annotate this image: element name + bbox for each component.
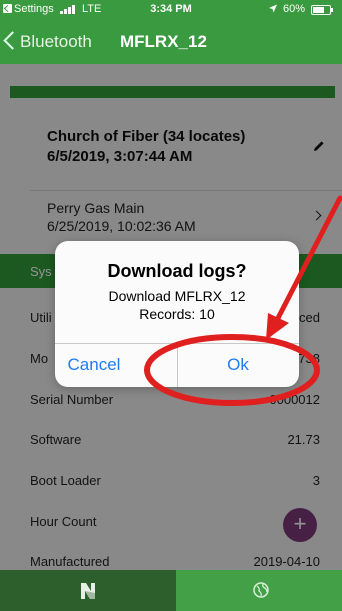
- location-arrow-icon: [269, 4, 277, 13]
- n-logo-icon: [81, 583, 95, 599]
- navigation-bar: Bluetooth MFLRX_12: [0, 20, 342, 64]
- back-button[interactable]: Bluetooth: [20, 32, 92, 52]
- tab-globe[interactable]: [176, 570, 342, 611]
- cancel-button[interactable]: Cancel: [55, 343, 155, 387]
- status-bar: Settings LTE 3:34 PM 60%: [0, 0, 342, 20]
- dialog-records-count: Records: 10: [139, 306, 215, 322]
- battery-percent: 60%: [283, 3, 306, 15]
- page-title: MFLRX_12: [120, 32, 207, 51]
- globe-icon: [253, 582, 269, 598]
- back-chevron-icon[interactable]: [3, 31, 22, 50]
- tab-device[interactable]: [0, 570, 176, 611]
- dialog-message: Download MFLRX_12: [108, 288, 246, 304]
- ok-button[interactable]: Ok: [177, 343, 299, 387]
- dialog-title: Download logs?: [107, 261, 247, 281]
- battery-icon: [311, 5, 333, 15]
- bottom-tab-bar: [0, 570, 342, 611]
- download-logs-dialog: Download logs? Download MFLRX_12 Records…: [55, 241, 299, 387]
